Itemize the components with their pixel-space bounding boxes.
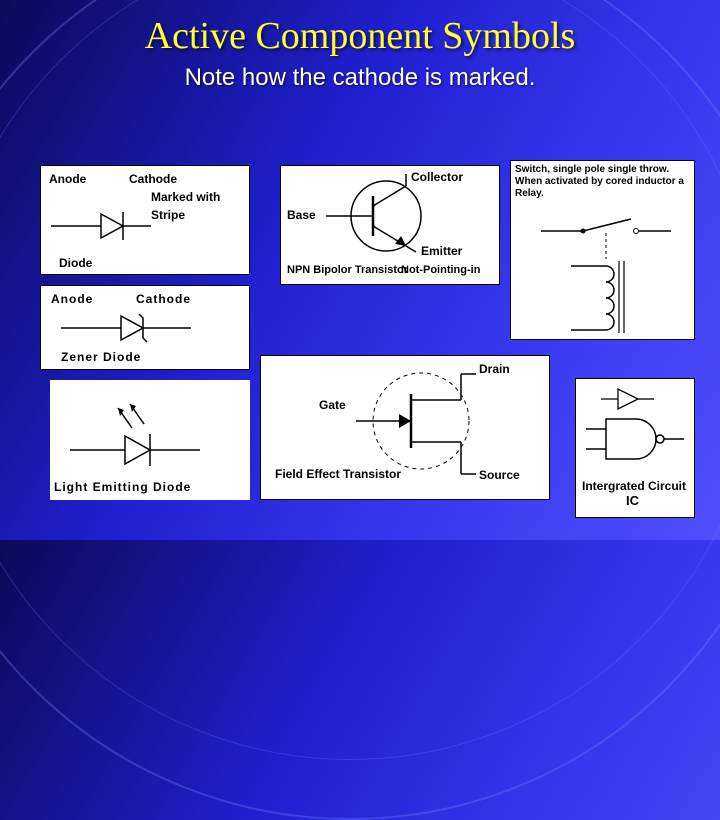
diode-cathode-label: Cathode <box>129 172 177 186</box>
relay-desc-label: Switch, single pole single throw. When a… <box>515 164 690 200</box>
npn-note-label: Not-Pointing-in <box>401 264 480 276</box>
npn-collector-label: Collector <box>411 170 463 184</box>
npn-emitter-label: Emitter <box>421 244 462 258</box>
ic-name-label: Intergrated Circuit <box>582 479 686 493</box>
diode-anode-label: Anode <box>49 172 86 186</box>
zener-name-label: Zener Diode <box>61 350 141 364</box>
led-panel: Light Emitting Diode <box>50 380 250 500</box>
fet-panel: Drain Gate Source Field Effect Transisto… <box>260 355 550 500</box>
led-name-label: Light Emitting Diode <box>54 480 191 494</box>
npn-name-label: NPN Bipolor Transistor <box>287 264 408 276</box>
relay-panel: Switch, single pole single throw. When a… <box>510 160 695 340</box>
fet-drain-label: Drain <box>479 362 510 376</box>
slide-title: Active Component Symbols <box>0 0 720 58</box>
zener-anode-label: Anode <box>51 292 93 306</box>
zener-panel: Anode Cathode Zener Diode <box>40 285 250 370</box>
slide-subtitle: Note how the cathode is marked. <box>0 64 720 92</box>
fet-source-label: Source <box>479 468 520 482</box>
diode-name-label: Diode <box>59 256 92 270</box>
npn-base-label: Base <box>287 208 316 222</box>
zener-cathode-label: Cathode <box>136 292 191 306</box>
fet-name-label: Field Effect Transistor <box>275 468 401 481</box>
fet-gate-label: Gate <box>319 398 346 412</box>
diode-panel: Anode Cathode Marked with Stripe Diode <box>40 165 250 275</box>
npn-panel: Collector Base Emitter NPN Bipolor Trans… <box>280 165 500 285</box>
ic-panel: Intergrated Circuit IC <box>575 378 695 518</box>
diode-marked-label: Marked with <box>151 190 220 204</box>
diode-stripe-label: Stripe <box>151 208 185 222</box>
ic-abbrev-label: IC <box>626 493 639 508</box>
